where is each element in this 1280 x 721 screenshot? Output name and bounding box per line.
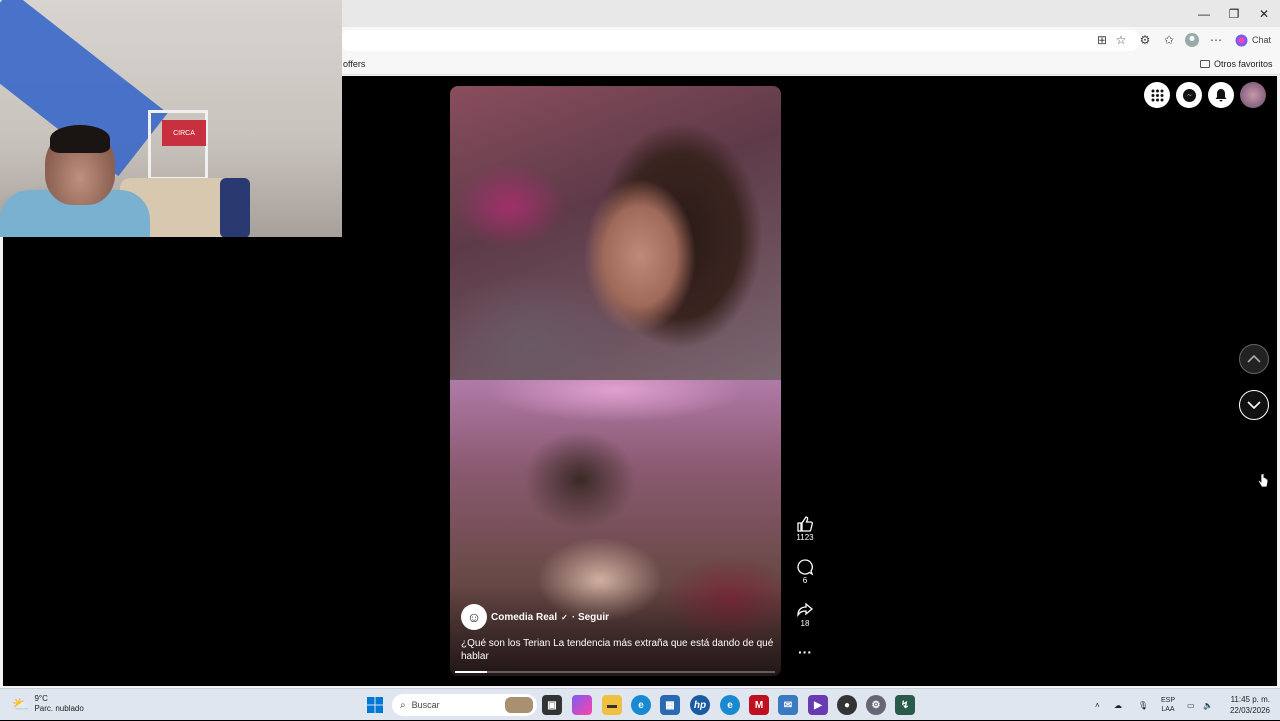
webcam-overlay: CIRCA xyxy=(0,0,342,237)
folder-icon xyxy=(1200,60,1210,68)
recording-app-icon[interactable]: ● xyxy=(837,695,857,715)
clock-date: 22/03/2026 xyxy=(1229,706,1270,715)
follow-button[interactable]: · Seguir xyxy=(572,612,609,623)
apps-icon[interactable]: ⊞ xyxy=(1093,31,1111,49)
edge-beta-icon[interactable]: e xyxy=(720,695,740,715)
reel-caption: ¿Qué son los Terian La tendencia más ext… xyxy=(461,638,774,662)
author-name[interactable]: Comedia Real xyxy=(491,612,557,623)
next-reel-button[interactable] xyxy=(1239,390,1269,420)
account-avatar[interactable] xyxy=(1240,82,1266,108)
settings-gear-icon[interactable]: ⚙ xyxy=(866,695,886,715)
windows-logo-icon xyxy=(367,697,383,713)
copilot-chat-button[interactable]: Chat xyxy=(1233,31,1273,49)
keyboard-layout: LAA xyxy=(1161,706,1175,713)
copilot-icon xyxy=(1235,34,1248,46)
url-field[interactable] xyxy=(340,30,1140,51)
network-icon[interactable]: ▭ xyxy=(1187,689,1195,721)
webcam-person-hair xyxy=(50,125,110,153)
webcam-box-label: CIRCA xyxy=(162,120,206,146)
task-view-icon[interactable]: ▣ xyxy=(542,695,562,715)
language-code: ESP xyxy=(1160,697,1175,704)
restore-button[interactable]: ❐ xyxy=(1218,0,1250,27)
clock-time: 11:45 p. m. xyxy=(1230,695,1270,704)
like-button[interactable]: 1123 xyxy=(790,515,820,542)
terminal-app-icon[interactable]: ↯ xyxy=(895,695,915,715)
copilot-app-icon[interactable] xyxy=(572,695,592,715)
messenger-icon[interactable] xyxy=(1176,82,1202,108)
menu-grid-icon[interactable] xyxy=(1144,82,1170,108)
profile-icon[interactable] xyxy=(1183,31,1201,49)
other-favorites-label: Otros favoritos xyxy=(1214,59,1273,69)
share-icon xyxy=(797,602,814,618)
volume-icon[interactable]: 🔈 xyxy=(1203,689,1213,721)
microphone-icon[interactable]: 🎙 xyxy=(1138,689,1148,721)
favorites-icon[interactable]: ✩ xyxy=(1160,31,1178,49)
comment-icon xyxy=(797,559,814,576)
like-count: 1123 xyxy=(796,533,814,542)
webcam-sofa-stripe xyxy=(220,178,250,237)
thumbs-up-icon xyxy=(797,516,813,532)
chevron-up-icon xyxy=(1247,354,1261,363)
more-menu-icon[interactable]: ⋯ xyxy=(1207,31,1225,49)
share-button[interactable]: 18 xyxy=(790,601,820,628)
reel-author: ☺ Comedia Real ✓ · Seguir xyxy=(461,604,609,630)
language-indicator[interactable]: ESP LAA xyxy=(1158,696,1178,714)
onedrive-cloud-icon[interactable]: ☁ xyxy=(1114,689,1122,721)
previous-reel-button[interactable] xyxy=(1239,344,1269,374)
chevron-down-icon xyxy=(1247,401,1261,410)
windows-taskbar: ⛅ 9°C Parc. nublado ⌕ Buscar ▣ ▬ e ▦ hp … xyxy=(0,688,1280,720)
comment-count: 6 xyxy=(802,576,808,585)
author-avatar[interactable]: ☺ xyxy=(461,604,487,630)
weather-temp: 9°C xyxy=(34,694,48,703)
outlook-icon[interactable]: ✉ xyxy=(778,695,798,715)
search-highlight-image xyxy=(505,697,533,713)
tray-chevron-up-icon[interactable]: ˄ xyxy=(1095,689,1100,721)
reel-video-top-frame xyxy=(450,86,781,380)
weather-desc: Parc. nublado xyxy=(34,704,84,713)
favorite-star-icon[interactable]: ☆ xyxy=(1112,31,1130,49)
hand-cursor-icon xyxy=(1258,473,1268,488)
more-options-button[interactable]: ··· xyxy=(790,644,820,660)
clipchamp-icon[interactable]: ▶ xyxy=(808,695,828,715)
reel-video[interactable]: ☺ Comedia Real ✓ · Seguir ¿Qué son los T… xyxy=(450,86,781,676)
file-explorer-icon[interactable]: ▬ xyxy=(602,695,622,715)
hp-app-icon[interactable]: hp xyxy=(690,695,710,715)
chat-label: Chat xyxy=(1251,35,1271,45)
search-placeholder: Buscar xyxy=(411,700,440,710)
comment-button[interactable]: 6 xyxy=(790,558,820,585)
edge-browser-icon[interactable]: e xyxy=(631,695,651,715)
start-button[interactable] xyxy=(365,695,385,715)
more-dots-icon: ··· xyxy=(798,644,812,660)
reel-progress-bar[interactable] xyxy=(455,671,775,673)
minimize-button[interactable]: — xyxy=(1188,0,1220,27)
system-clock[interactable]: 11:45 p. m. 22/03/2026 xyxy=(1222,694,1270,716)
reel-progress-fill xyxy=(455,671,487,673)
mcafee-icon[interactable]: M xyxy=(749,695,769,715)
weather-widget[interactable]: ⛅ 9°C Parc. nublado xyxy=(12,694,84,714)
share-count: 18 xyxy=(800,619,810,628)
extensions-icon[interactable]: ⚙ xyxy=(1136,31,1154,49)
weather-cloud-icon: ⛅ xyxy=(12,695,30,712)
verified-icon: ✓ xyxy=(561,612,568,622)
close-button[interactable]: ✕ xyxy=(1248,0,1280,27)
other-favorites-button[interactable]: Otros favoritos xyxy=(1200,59,1273,69)
search-icon: ⌕ xyxy=(400,699,406,711)
store-icon[interactable]: ▦ xyxy=(660,695,680,715)
notifications-bell-icon[interactable] xyxy=(1208,82,1234,108)
favorite-offers-link[interactable]: offers xyxy=(343,59,365,69)
